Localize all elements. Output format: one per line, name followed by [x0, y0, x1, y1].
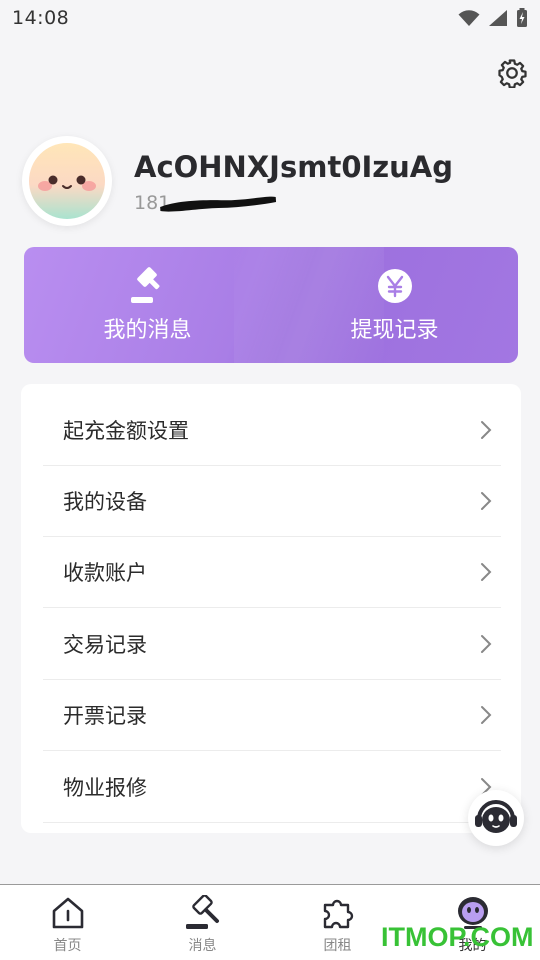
mascot-face-icon [29, 143, 105, 219]
tab-home[interactable]: 首页 [0, 885, 135, 960]
my-messages-label: 我的消息 [103, 318, 192, 343]
customer-service-button[interactable] [468, 790, 524, 846]
gavel-icon [185, 895, 219, 929]
settings-button[interactable] [494, 55, 530, 91]
menu-item-charge-amount-settings[interactable]: 起充金额设置 [43, 395, 501, 466]
menu-item-label: 物业报修 [63, 776, 147, 800]
menu-item-transaction-records[interactable]: 交易记录 [43, 609, 501, 680]
yuan-coin-icon [377, 269, 412, 303]
battery-charging-icon [517, 8, 527, 27]
tab-label: 团租 [323, 938, 352, 954]
menu-item-label: 收款账户 [63, 561, 147, 585]
menu-item-invoice-records[interactable]: 开票记录 [43, 680, 501, 751]
puzzle-icon [323, 899, 353, 929]
site-watermark: ITMOP.COM [381, 922, 534, 952]
customer-service-icon [475, 800, 517, 833]
gavel-icon [130, 267, 159, 303]
menu-item-label: 交易记录 [63, 633, 147, 657]
menu-item-label: 起充金额设置 [63, 419, 189, 443]
chevron-right-icon [481, 635, 492, 653]
tab-messages[interactable]: 消息 [135, 885, 270, 960]
status-icons [458, 8, 528, 28]
chevron-right-icon [481, 421, 492, 439]
menu-item-label: 我的设备 [63, 490, 147, 514]
home-icon [52, 897, 83, 929]
menu-item-property-repair[interactable]: 物业报修 [43, 752, 501, 823]
chevron-right-icon [481, 492, 492, 510]
quick-actions-card: 我的消息 提现记录 [24, 247, 518, 363]
withdrawal-records-button[interactable]: 提现记录 [271, 247, 518, 363]
tab-label: 消息 [188, 938, 217, 954]
profile-section: AcOHNXJsmt0IzuAg 181 [22, 136, 522, 228]
chevron-right-icon [481, 563, 492, 581]
gear-icon [498, 59, 527, 88]
status-bar: 14:08 [0, 0, 540, 36]
status-time: 14:08 [12, 7, 70, 29]
my-messages-button[interactable]: 我的消息 [24, 247, 271, 363]
settings-menu: 起充金额设置 我的设备 收款账户 交易记录 开票记录 物业报修 [21, 384, 521, 833]
tab-label: 首页 [53, 938, 82, 954]
withdrawal-records-label: 提现记录 [350, 318, 439, 343]
menu-item-my-devices[interactable]: 我的设备 [43, 466, 501, 537]
username: AcOHNXJsmt0IzuAg [134, 150, 454, 184]
cellular-signal-icon [489, 10, 507, 26]
wifi-icon [458, 10, 480, 26]
menu-item-label: 开票记录 [63, 704, 147, 728]
avatar[interactable] [22, 136, 112, 226]
menu-item-payment-account[interactable]: 收款账户 [43, 537, 501, 608]
chevron-right-icon [481, 706, 492, 724]
